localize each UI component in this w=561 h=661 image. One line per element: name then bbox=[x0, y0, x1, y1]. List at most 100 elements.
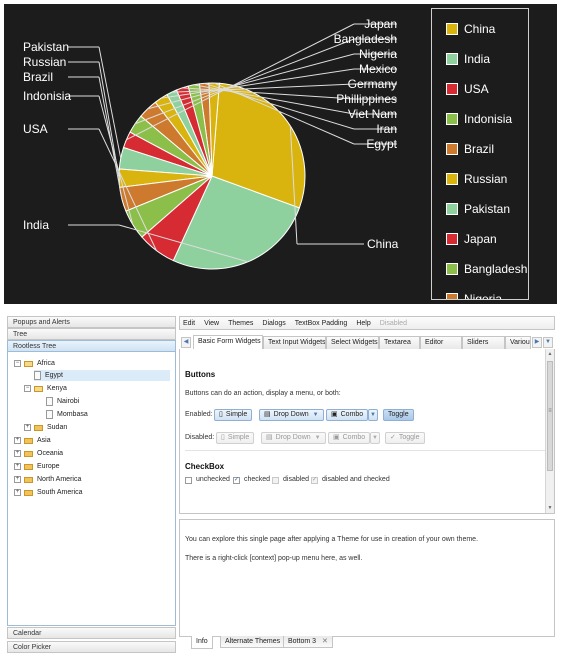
button-label: Combo bbox=[342, 434, 366, 441]
chevron-down-icon: ▼ bbox=[312, 412, 319, 418]
collapse-icon[interactable]: − bbox=[14, 360, 21, 367]
chevron-down-icon: ▼ bbox=[370, 412, 376, 418]
scroll-thumb[interactable]: ≡ bbox=[547, 361, 553, 471]
toggle-button[interactable]: Toggle bbox=[383, 409, 414, 421]
tab-text-input-widgets[interactable]: Text Input Widgets bbox=[263, 336, 326, 349]
left-accordion: Popups and Alerts Tree Rootless Tree − A… bbox=[7, 316, 176, 653]
tab-sliders[interactable]: Sliders bbox=[462, 336, 505, 349]
checkbox-unchecked[interactable] bbox=[185, 477, 192, 484]
pie-label-egypt: Egypt bbox=[366, 137, 397, 151]
checkbox-checked[interactable]: ✓ bbox=[233, 477, 240, 484]
tree-node-label: South America bbox=[37, 489, 83, 496]
tab-info[interactable]: Info bbox=[191, 636, 213, 649]
menu-disabled: Disabled bbox=[379, 319, 407, 327]
checkbox-disabled-checked-label: disabled and checked bbox=[322, 476, 390, 483]
tab-scroll-right-icon[interactable]: ▶ bbox=[532, 337, 542, 348]
expand-icon[interactable]: + bbox=[14, 476, 21, 483]
accordion-rootless-tree-header[interactable]: Rootless Tree bbox=[7, 340, 176, 352]
legend-label: Brazil bbox=[464, 142, 495, 156]
buttons-heading: Buttons bbox=[185, 370, 216, 379]
chevron-down-icon: ▼ bbox=[372, 435, 378, 441]
legend-swatch bbox=[446, 23, 458, 35]
legend-swatch bbox=[446, 263, 458, 275]
expand-icon[interactable]: + bbox=[14, 437, 21, 444]
tree-node-asia[interactable]: + Asia bbox=[14, 435, 51, 446]
pie-label-iran: Iran bbox=[376, 122, 397, 136]
simple-button-disabled: ▯ Simple bbox=[216, 432, 255, 444]
menu-textbox-padding[interactable]: TextBox Padding bbox=[295, 320, 348, 327]
collapse-icon[interactable]: − bbox=[24, 385, 31, 392]
tab-alternate-themes[interactable]: Alternate Themes bbox=[220, 636, 286, 648]
tree-node-north-america[interactable]: + North America bbox=[14, 474, 81, 485]
tab-bottom-3[interactable]: Bottom 3 ✕ bbox=[283, 636, 333, 648]
button-label: Combo bbox=[340, 411, 364, 418]
tree-node-europe[interactable]: + Europe bbox=[14, 461, 60, 472]
tab-scroll-left-icon[interactable]: ◀ bbox=[181, 337, 191, 348]
accordion-tree-header[interactable]: Tree bbox=[7, 328, 176, 340]
expand-icon[interactable]: + bbox=[14, 489, 21, 496]
tab-basic-form-widgets[interactable]: Basic Form Widgets bbox=[193, 335, 263, 349]
tree-node-kenya[interactable]: − Kenya bbox=[24, 383, 67, 394]
combo-arrow-button[interactable]: ▼ bbox=[368, 409, 378, 421]
menu-view[interactable]: View bbox=[204, 320, 219, 327]
legend-label: Nigeria bbox=[464, 292, 503, 300]
clipboard-icon: ▤ bbox=[264, 411, 271, 418]
combo-button-disabled: ▣ Combo bbox=[328, 432, 371, 444]
simple-button[interactable]: ▯ Simple bbox=[214, 409, 253, 421]
checkbox-unchecked-label: unchecked bbox=[196, 476, 230, 483]
tree-node-oceania[interactable]: + Oceania bbox=[14, 448, 63, 459]
legend-label: Pakistan bbox=[464, 202, 511, 216]
pie-label-china: China bbox=[367, 237, 399, 251]
tree-node-africa[interactable]: − Africa bbox=[14, 358, 55, 369]
pie-label-mexico: Mexico bbox=[359, 62, 397, 76]
tree-node-nairobi[interactable]: Nairobi bbox=[46, 396, 79, 407]
tree-node-egypt[interactable]: Egypt bbox=[34, 370, 170, 381]
info-line-2: There is a right-click [context] pop-up … bbox=[185, 555, 363, 562]
tab-textarea[interactable]: Textarea bbox=[379, 336, 420, 349]
tab-menu-icon[interactable]: ▼ bbox=[543, 337, 553, 348]
menu-bar: Edit View Themes Dialogs TextBox Padding… bbox=[179, 316, 555, 330]
folder-open-icon bbox=[24, 360, 33, 367]
tree-node-south-america[interactable]: + South America bbox=[14, 487, 83, 498]
checkbox-heading: CheckBox bbox=[185, 462, 225, 471]
tree-node-mombasa[interactable]: Mombasa bbox=[46, 409, 88, 420]
legend-item-bangladesh: Bangladesh bbox=[446, 261, 527, 277]
checkbox-disabled-checked: ✓ bbox=[311, 477, 318, 484]
scroll-down-icon[interactable]: ▼ bbox=[546, 504, 554, 512]
legend-label: USA bbox=[464, 82, 489, 96]
button-label: Toggle bbox=[398, 434, 420, 441]
expand-icon[interactable]: + bbox=[14, 450, 21, 457]
tab-various[interactable]: Various bbox=[505, 336, 531, 349]
file-icon bbox=[34, 371, 41, 380]
menu-dialogs[interactable]: Dialogs bbox=[262, 320, 285, 327]
tab-editor[interactable]: Editor bbox=[420, 336, 462, 349]
accordion-popups-header[interactable]: Popups and Alerts bbox=[7, 316, 176, 328]
folder-icon bbox=[24, 463, 33, 470]
close-icon[interactable]: ✕ bbox=[322, 638, 328, 645]
combo-arrow-button-disabled: ▼ bbox=[370, 432, 380, 444]
expand-icon[interactable]: + bbox=[24, 424, 31, 431]
scroll-up-icon[interactable]: ▲ bbox=[546, 350, 554, 358]
tab-select-widgets[interactable]: Select Widgets bbox=[326, 336, 379, 349]
menu-themes[interactable]: Themes bbox=[228, 320, 253, 327]
legend-swatch bbox=[446, 203, 458, 215]
menu-edit[interactable]: Edit bbox=[183, 320, 195, 327]
file-icon bbox=[46, 410, 53, 419]
tree-node-label: Nairobi bbox=[57, 398, 80, 405]
legend-item-indonisia: Indonisia bbox=[446, 111, 512, 127]
vertical-scrollbar[interactable]: ▲ ≡ ▼ bbox=[545, 349, 554, 513]
legend-swatch bbox=[446, 293, 458, 299]
pie-label-bangladesh: Bangladesh bbox=[334, 32, 397, 46]
drop-down-button[interactable]: ▤ Drop Down ▼ bbox=[259, 409, 324, 421]
legend-item-pakistan: Pakistan bbox=[446, 201, 510, 217]
tree-node-sudan[interactable]: + Sudan bbox=[24, 422, 67, 433]
checkbox-disabled bbox=[272, 477, 279, 484]
accordion-calendar-header[interactable]: Calendar bbox=[7, 627, 176, 639]
info-line-1: You can explore this single page after a… bbox=[185, 536, 479, 543]
expand-icon[interactable]: + bbox=[14, 463, 21, 470]
pie-label-japan: Japan bbox=[364, 17, 397, 31]
folder-icon bbox=[24, 437, 33, 444]
combo-button[interactable]: ▣ Combo bbox=[326, 409, 369, 421]
accordion-color-picker-header[interactable]: Color Picker bbox=[7, 641, 176, 653]
menu-help[interactable]: Help bbox=[356, 320, 370, 327]
